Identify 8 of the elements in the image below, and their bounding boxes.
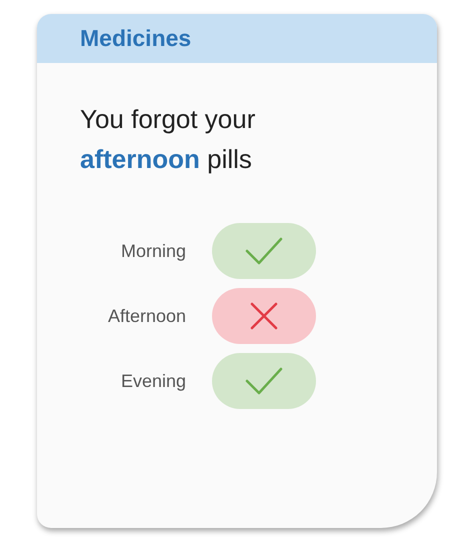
dose-label: Evening	[120, 370, 187, 392]
check-icon	[244, 236, 284, 266]
check-icon	[244, 366, 284, 396]
card-title: Medicines	[80, 25, 192, 52]
close-icon	[250, 302, 278, 330]
dose-label: Afternoon	[106, 306, 187, 326]
dose-label: Morning	[120, 240, 187, 262]
reminder-message: You forgot your afternoon pills	[80, 103, 256, 176]
